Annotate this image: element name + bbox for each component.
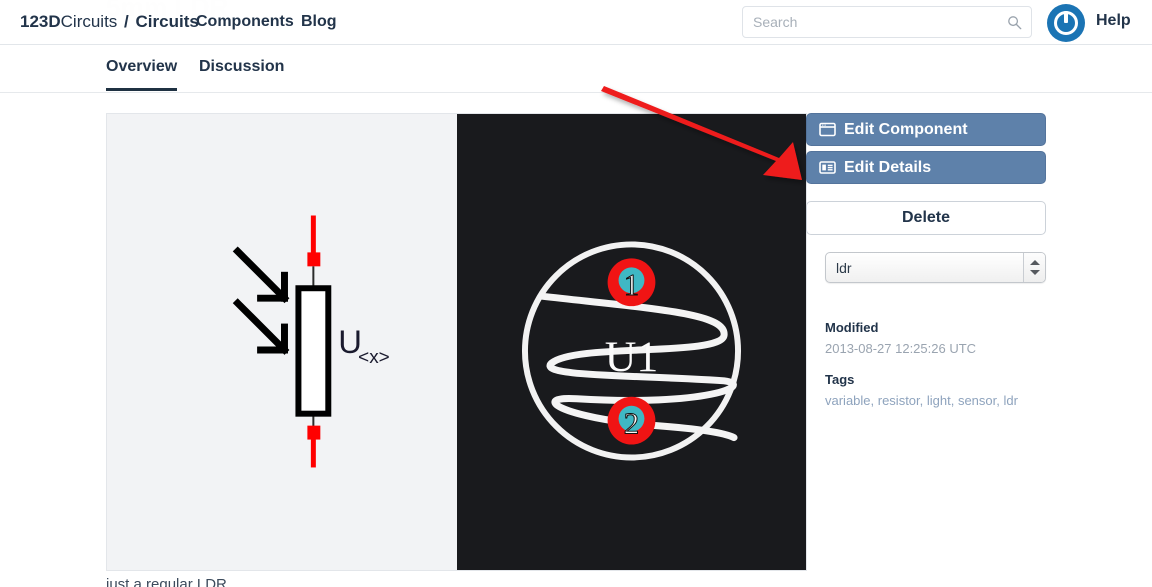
tags-value[interactable]: variable, resistor, light, sensor, ldr [825,393,1018,408]
tab-discussion[interactable]: Discussion [199,58,284,91]
search-input[interactable] [753,7,1003,37]
breadcrumb-section: Circuits [135,12,199,31]
window-frame-icon [819,122,836,137]
tags-label: Tags [825,372,855,387]
nav-blog[interactable]: Blog [301,13,337,31]
modified-label: Modified [825,320,879,335]
ldr-schematic-symbol: U <x> [232,215,390,468]
component-variant-select[interactable]: ldr [825,252,1046,283]
search-icon [1008,16,1022,30]
tab-overview[interactable]: Overview [106,58,178,91]
edit-details-button[interactable]: Edit Details [806,151,1046,184]
top-navigation-bar: 123DCircuits / Circuits Components Blog … [0,0,1152,45]
breadcrumb-separator: / [124,12,129,31]
pcb-designator-label: U1 [605,333,659,381]
schematic-label-suffix: <x> [358,347,390,368]
logo-power-stem [1064,11,1068,23]
page-root: 5mm LDR 123DCircuits / Circuits Componen… [0,0,1152,587]
select-selected-value: ldr [836,260,852,276]
edit-component-button[interactable]: Edit Component [806,113,1046,146]
modified-value: 2013-08-27 12:25:26 UTC [825,341,977,356]
ldr-pcb-footprint: U1 1 2 [521,241,742,461]
component-caption: just a regular LDR [106,576,227,587]
tab-bar: Overview Discussion [0,45,1152,93]
delete-button[interactable]: Delete [806,201,1046,235]
brand-circuits: Circuits [60,12,118,31]
pcb-pad-2: 2 [607,396,656,445]
nav-components[interactable]: Components [196,13,294,31]
chevron-down-icon [1030,270,1040,275]
brand-breadcrumb[interactable]: 123DCircuits / Circuits [20,12,199,32]
edit-component-label: Edit Component [844,121,968,138]
pcb-footprint-panel[interactable]: U1 1 2 [457,113,807,571]
svg-text:1: 1 [624,268,639,302]
brand-123d: 123D [20,12,61,31]
pcb-pad-1: 1 [607,258,656,307]
help-link[interactable]: Help [1096,12,1131,30]
autodesk-power-logo-icon[interactable] [1047,4,1085,42]
details-list-icon [819,161,836,174]
chevron-up-icon [1030,260,1040,265]
search-box[interactable] [742,6,1032,38]
schematic-preview-panel[interactable]: U <x> [106,113,457,571]
select-stepper-icon[interactable] [1023,253,1045,282]
edit-details-label: Edit Details [844,159,932,176]
svg-text:2: 2 [624,407,639,441]
